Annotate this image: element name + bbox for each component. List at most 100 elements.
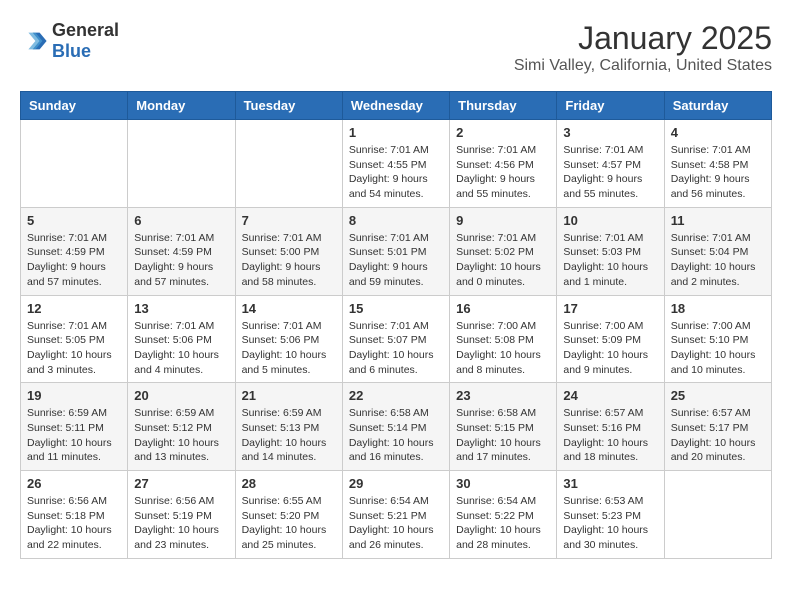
day-number: 18 <box>671 301 765 316</box>
calendar-cell: 2 Sunrise: 7:01 AM Sunset: 4:56 PM Daylig… <box>450 120 557 208</box>
calendar-cell: 30 Sunrise: 6:54 AM Sunset: 5:22 PM Dayli… <box>450 471 557 559</box>
day-info: Sunrise: 7:01 AM Sunset: 4:58 PM Dayligh… <box>671 143 765 202</box>
day-info: Sunrise: 7:00 AM Sunset: 5:09 PM Dayligh… <box>563 319 657 378</box>
weekday-header-sunday: Sunday <box>21 92 128 120</box>
day-number: 19 <box>27 388 121 403</box>
day-number: 20 <box>134 388 228 403</box>
day-info: Sunrise: 6:59 AM Sunset: 5:13 PM Dayligh… <box>242 406 336 465</box>
day-number: 11 <box>671 213 765 228</box>
day-info: Sunrise: 6:54 AM Sunset: 5:22 PM Dayligh… <box>456 494 550 553</box>
calendar-cell: 31 Sunrise: 6:53 AM Sunset: 5:23 PM Dayli… <box>557 471 664 559</box>
day-number: 30 <box>456 476 550 491</box>
calendar-week-4: 19 Sunrise: 6:59 AM Sunset: 5:11 PM Dayli… <box>21 383 772 471</box>
calendar-cell: 1 Sunrise: 7:01 AM Sunset: 4:55 PM Daylig… <box>342 120 449 208</box>
day-info: Sunrise: 6:54 AM Sunset: 5:21 PM Dayligh… <box>349 494 443 553</box>
calendar-cell: 6 Sunrise: 7:01 AM Sunset: 4:59 PM Daylig… <box>128 207 235 295</box>
weekday-header-row: SundayMondayTuesdayWednesdayThursdayFrid… <box>21 92 772 120</box>
calendar-cell: 18 Sunrise: 7:00 AM Sunset: 5:10 PM Dayli… <box>664 295 771 383</box>
calendar-cell: 13 Sunrise: 7:01 AM Sunset: 5:06 PM Dayli… <box>128 295 235 383</box>
day-number: 2 <box>456 125 550 140</box>
day-info: Sunrise: 6:59 AM Sunset: 5:11 PM Dayligh… <box>27 406 121 465</box>
day-number: 16 <box>456 301 550 316</box>
calendar-cell: 27 Sunrise: 6:56 AM Sunset: 5:19 PM Dayli… <box>128 471 235 559</box>
day-info: Sunrise: 7:01 AM Sunset: 5:01 PM Dayligh… <box>349 231 443 290</box>
day-number: 22 <box>349 388 443 403</box>
weekday-header-friday: Friday <box>557 92 664 120</box>
day-number: 10 <box>563 213 657 228</box>
weekday-header-tuesday: Tuesday <box>235 92 342 120</box>
calendar-cell <box>235 120 342 208</box>
calendar-cell: 21 Sunrise: 6:59 AM Sunset: 5:13 PM Dayli… <box>235 383 342 471</box>
day-info: Sunrise: 7:01 AM Sunset: 5:03 PM Dayligh… <box>563 231 657 290</box>
calendar-subtitle: Simi Valley, California, United States <box>514 57 772 75</box>
calendar-week-3: 12 Sunrise: 7:01 AM Sunset: 5:05 PM Dayli… <box>21 295 772 383</box>
day-number: 9 <box>456 213 550 228</box>
day-number: 7 <box>242 213 336 228</box>
calendar-cell: 25 Sunrise: 6:57 AM Sunset: 5:17 PM Dayli… <box>664 383 771 471</box>
calendar-cell: 7Sunrise: 7:01 AM Sunset: 5:00 PM Daylig… <box>235 207 342 295</box>
day-number: 27 <box>134 476 228 491</box>
day-info: Sunrise: 7:01 AM Sunset: 4:56 PM Dayligh… <box>456 143 550 202</box>
day-info: Sunrise: 7:00 AM Sunset: 5:08 PM Dayligh… <box>456 319 550 378</box>
day-info: Sunrise: 6:59 AM Sunset: 5:12 PM Dayligh… <box>134 406 228 465</box>
calendar-cell: 10 Sunrise: 7:01 AM Sunset: 5:03 PM Dayli… <box>557 207 664 295</box>
logo: General Blue <box>20 20 119 62</box>
day-number: 31 <box>563 476 657 491</box>
day-number: 25 <box>671 388 765 403</box>
calendar-cell <box>128 120 235 208</box>
day-number: 26 <box>27 476 121 491</box>
day-number: 15 <box>349 301 443 316</box>
calendar-cell <box>21 120 128 208</box>
day-number: 23 <box>456 388 550 403</box>
day-info: Sunrise: 6:58 AM Sunset: 5:15 PM Dayligh… <box>456 406 550 465</box>
day-info: Sunrise: 7:01 AM Sunset: 4:59 PM Dayligh… <box>134 231 228 290</box>
day-info: Sunrise: 6:57 AM Sunset: 5:16 PM Dayligh… <box>563 406 657 465</box>
logo-icon <box>20 27 48 55</box>
logo-blue: Blue <box>52 41 91 61</box>
calendar-cell: 24 Sunrise: 6:57 AM Sunset: 5:16 PM Dayli… <box>557 383 664 471</box>
day-info: Sunrise: 6:55 AM Sunset: 5:20 PM Dayligh… <box>242 494 336 553</box>
day-info: Sunrise: 7:00 AM Sunset: 5:10 PM Dayligh… <box>671 319 765 378</box>
day-number: 13 <box>134 301 228 316</box>
calendar-cell: 16 Sunrise: 7:00 AM Sunset: 5:08 PM Dayli… <box>450 295 557 383</box>
day-number: 4 <box>671 125 765 140</box>
day-info: Sunrise: 7:01 AM Sunset: 5:06 PM Dayligh… <box>242 319 336 378</box>
day-info: Sunrise: 6:57 AM Sunset: 5:17 PM Dayligh… <box>671 406 765 465</box>
calendar-cell <box>664 471 771 559</box>
day-info: Sunrise: 7:01 AM Sunset: 4:57 PM Dayligh… <box>563 143 657 202</box>
day-info: Sunrise: 7:01 AM Sunset: 4:55 PM Dayligh… <box>349 143 443 202</box>
calendar-week-2: 5Sunrise: 7:01 AM Sunset: 4:59 PM Daylig… <box>21 207 772 295</box>
calendar-cell: 9 Sunrise: 7:01 AM Sunset: 5:02 PM Daylig… <box>450 207 557 295</box>
calendar-week-5: 26Sunrise: 6:56 AM Sunset: 5:18 PM Dayli… <box>21 471 772 559</box>
day-number: 8 <box>349 213 443 228</box>
calendar-cell: 4 Sunrise: 7:01 AM Sunset: 4:58 PM Daylig… <box>664 120 771 208</box>
day-number: 1 <box>349 125 443 140</box>
calendar-title: January 2025 <box>514 20 772 57</box>
calendar-cell: 22 Sunrise: 6:58 AM Sunset: 5:14 PM Dayli… <box>342 383 449 471</box>
calendar-cell: 26Sunrise: 6:56 AM Sunset: 5:18 PM Dayli… <box>21 471 128 559</box>
weekday-header-saturday: Saturday <box>664 92 771 120</box>
calendar-cell: 29Sunrise: 6:54 AM Sunset: 5:21 PM Dayli… <box>342 471 449 559</box>
calendar-cell: 17 Sunrise: 7:00 AM Sunset: 5:09 PM Dayli… <box>557 295 664 383</box>
calendar-table: SundayMondayTuesdayWednesdayThursdayFrid… <box>20 91 772 559</box>
day-info: Sunrise: 6:58 AM Sunset: 5:14 PM Dayligh… <box>349 406 443 465</box>
day-number: 21 <box>242 388 336 403</box>
day-number: 6 <box>134 213 228 228</box>
title-block: January 2025 Simi Valley, California, Un… <box>514 20 772 75</box>
calendar-cell: 28Sunrise: 6:55 AM Sunset: 5:20 PM Dayli… <box>235 471 342 559</box>
day-number: 24 <box>563 388 657 403</box>
day-info: Sunrise: 7:01 AM Sunset: 5:05 PM Dayligh… <box>27 319 121 378</box>
day-info: Sunrise: 6:56 AM Sunset: 5:19 PM Dayligh… <box>134 494 228 553</box>
day-number: 3 <box>563 125 657 140</box>
day-number: 12 <box>27 301 121 316</box>
calendar-cell: 5Sunrise: 7:01 AM Sunset: 4:59 PM Daylig… <box>21 207 128 295</box>
calendar-cell: 20 Sunrise: 6:59 AM Sunset: 5:12 PM Dayli… <box>128 383 235 471</box>
calendar-cell: 11Sunrise: 7:01 AM Sunset: 5:04 PM Dayli… <box>664 207 771 295</box>
day-info: Sunrise: 7:01 AM Sunset: 5:06 PM Dayligh… <box>134 319 228 378</box>
calendar-cell: 19 Sunrise: 6:59 AM Sunset: 5:11 PM Dayli… <box>21 383 128 471</box>
day-number: 17 <box>563 301 657 316</box>
day-info: Sunrise: 6:53 AM Sunset: 5:23 PM Dayligh… <box>563 494 657 553</box>
calendar-cell: 12 Sunrise: 7:01 AM Sunset: 5:05 PM Dayli… <box>21 295 128 383</box>
day-info: Sunrise: 7:01 AM Sunset: 5:02 PM Dayligh… <box>456 231 550 290</box>
calendar-cell: 15Sunrise: 7:01 AM Sunset: 5:07 PM Dayli… <box>342 295 449 383</box>
